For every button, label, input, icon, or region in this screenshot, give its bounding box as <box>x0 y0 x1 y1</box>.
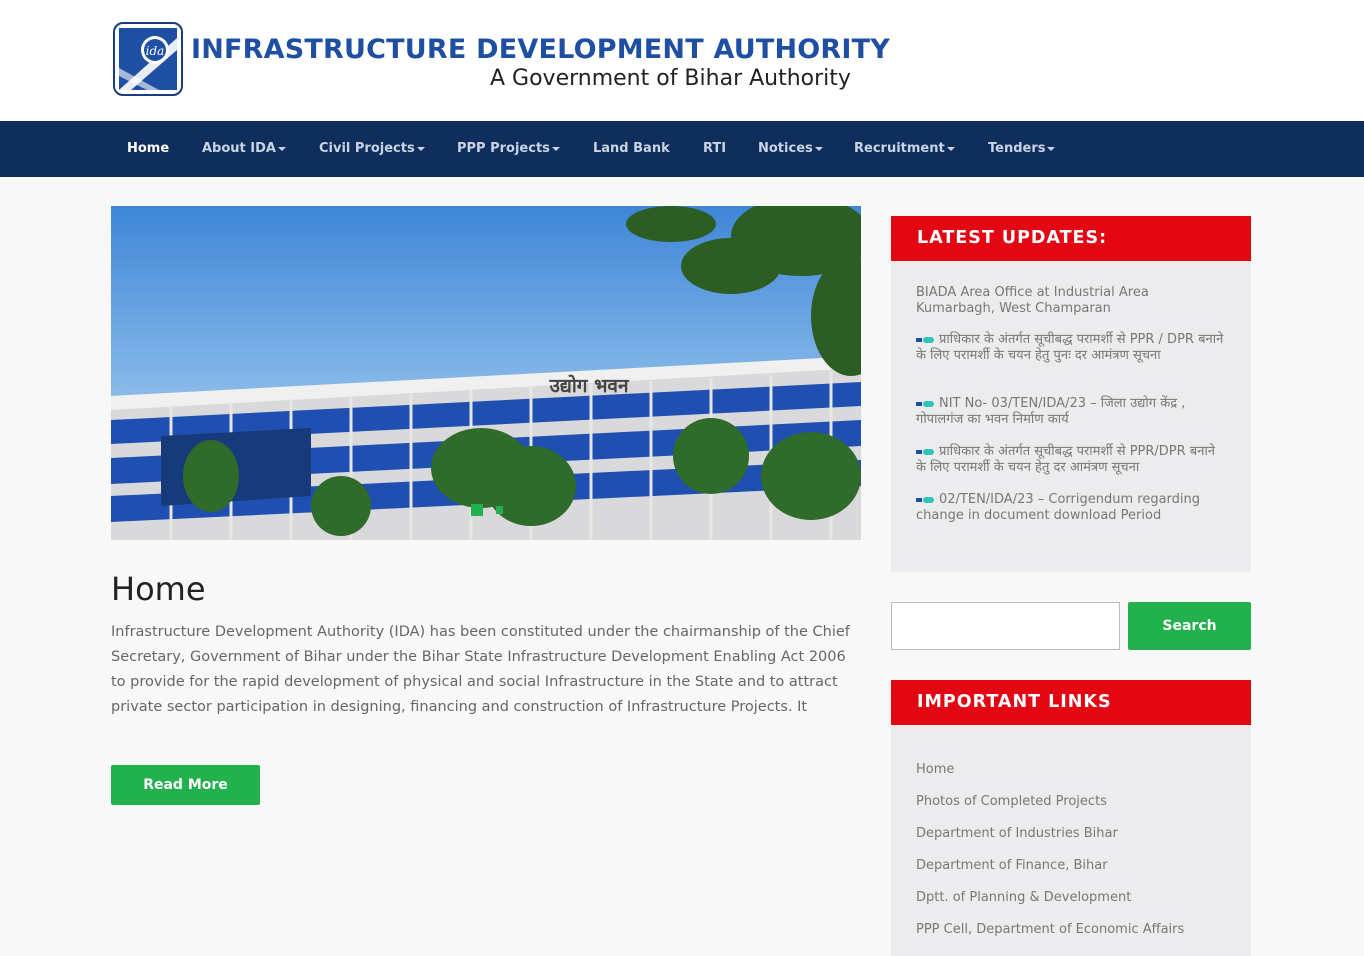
slider-dot-active[interactable] <box>471 504 483 516</box>
page-title: Home <box>111 570 206 608</box>
search-button[interactable]: Search <box>1128 602 1251 650</box>
nav-ppp-projects[interactable]: PPP Projects <box>457 121 560 177</box>
nav-tenders-label: Tenders <box>988 141 1046 156</box>
latest-updates-panel: LATEST UPDATES: BIADA Area Office at Ind… <box>891 216 1251 572</box>
site-subtitle: A Government of Bihar Authority <box>490 66 851 91</box>
chevron-down-icon <box>277 146 286 151</box>
latest-updates-heading: LATEST UPDATES: <box>891 216 1251 261</box>
update-item-text: प्राधिकार के अंतर्गत सूचीबद्ध परामर्शी स… <box>916 332 1224 363</box>
update-item-text: BIADA Area Office at Industrial Area Kum… <box>916 285 1149 316</box>
building-sign-text: उद्योग भवन <box>548 374 630 397</box>
updates-ticker: BIADA Area Office at Industrial Area Kum… <box>891 261 1251 572</box>
read-more-button[interactable]: Read More <box>111 765 260 805</box>
link-item[interactable]: Photos of Completed Projects <box>891 791 1251 823</box>
chevron-down-icon <box>1047 146 1056 151</box>
nav-recruitment[interactable]: Recruitment <box>854 121 955 177</box>
main-nav: Home About IDA Civil Projects PPP Projec… <box>0 121 1364 177</box>
update-item-text: NIT No- 03/TEN/IDA/23 – जिला उद्योग केंद… <box>916 396 1186 427</box>
update-item[interactable]: 02/TEN/IDA/23 – Corrigendum regarding ch… <box>916 492 1226 524</box>
nav-home-label: Home <box>127 141 170 156</box>
nav-ppp-projects-label: PPP Projects <box>457 141 550 156</box>
site-header: ida INFRASTRUCTURE DEVELOPMENT AUTHORITY… <box>0 0 1364 121</box>
nav-tenders[interactable]: Tenders <box>988 121 1056 177</box>
chevron-down-icon <box>946 146 955 151</box>
update-item[interactable]: BIADA Area Office at Industrial Area Kum… <box>916 285 1226 317</box>
chevron-down-icon <box>551 146 560 151</box>
search-input[interactable] <box>891 602 1120 650</box>
new-badge-icon <box>916 496 934 504</box>
nav-notices[interactable]: Notices <box>758 121 823 177</box>
new-badge-icon <box>916 400 934 408</box>
logo-text: ida <box>146 44 165 58</box>
update-item-text: प्राधिकार के अंतर्गत सूचीबद्ध परामर्शी स… <box>916 444 1216 475</box>
nav-land-bank-label: Land Bank <box>593 141 670 156</box>
update-item[interactable]: प्राधिकार के अंतर्गत सूचीबद्ध परामर्शी स… <box>916 444 1226 476</box>
link-item[interactable]: PPP Cell, Department of Economic Affairs <box>891 919 1251 951</box>
new-badge-icon <box>916 336 934 344</box>
update-item[interactable]: NIT No- 03/TEN/IDA/23 – जिला उद्योग केंद… <box>916 396 1226 428</box>
nav-home[interactable]: Home <box>127 121 169 177</box>
chevron-down-icon <box>416 146 425 151</box>
nav-about-ida[interactable]: About IDA <box>202 121 286 177</box>
nav-about-ida-label: About IDA <box>202 141 276 156</box>
important-links-list: Home Photos of Completed Projects Depart… <box>891 725 1251 951</box>
logo-icon: ida <box>119 28 177 90</box>
update-item[interactable]: प्राधिकार के अंतर्गत सूचीबद्ध परामर्शी स… <box>916 332 1226 364</box>
intro-paragraph: Infrastructure Development Authority (ID… <box>111 624 850 715</box>
nav-notices-label: Notices <box>758 141 813 156</box>
important-links-panel: IMPORTANT LINKS Home Photos of Completed… <box>891 680 1251 956</box>
important-links-heading: IMPORTANT LINKS <box>891 680 1251 725</box>
ida-logo[interactable]: ida <box>113 22 183 96</box>
link-item[interactable]: Dptt. of Planning & Development <box>891 887 1251 919</box>
nav-rti-label: RTI <box>703 141 727 156</box>
nav-civil-projects-label: Civil Projects <box>319 141 415 156</box>
nav-recruitment-label: Recruitment <box>854 141 945 156</box>
new-badge-icon <box>916 448 934 456</box>
nav-civil-projects[interactable]: Civil Projects <box>319 121 425 177</box>
nav-land-bank[interactable]: Land Bank <box>593 121 670 177</box>
link-item[interactable]: Home <box>891 759 1251 791</box>
link-item[interactable]: Department of Finance, Bihar <box>891 855 1251 887</box>
update-item-text: 02/TEN/IDA/23 – Corrigendum regarding ch… <box>916 492 1201 523</box>
nav-rti[interactable]: RTI <box>703 121 726 177</box>
slider-dot[interactable] <box>496 506 503 514</box>
link-item[interactable]: Department of Industries Bihar <box>891 823 1251 855</box>
chevron-down-icon <box>814 146 823 151</box>
banner-image: उद्योग भवन <box>111 206 861 540</box>
site-title: INFRASTRUCTURE DEVELOPMENT AUTHORITY <box>191 34 891 65</box>
